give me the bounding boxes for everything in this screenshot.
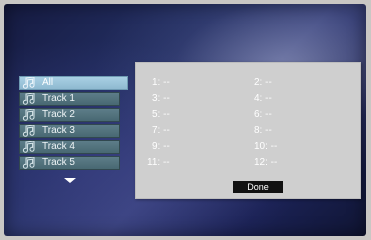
- music-note-icon: [22, 157, 35, 169]
- program-slot-4[interactable]: 4: --: [254, 93, 272, 105]
- program-slot-11[interactable]: 11: --: [147, 157, 170, 169]
- music-note-icon: [22, 77, 35, 89]
- track-item-label: Track 3: [42, 125, 75, 136]
- program-slot-3[interactable]: 3: --: [152, 93, 170, 105]
- track-item-3[interactable]: Track 3: [19, 124, 120, 138]
- program-slot-12[interactable]: 12: --: [254, 157, 277, 169]
- program-slot-9[interactable]: 9: --: [152, 141, 170, 153]
- track-item-5[interactable]: Track 5: [19, 156, 120, 170]
- track-item-all[interactable]: All: [19, 76, 128, 90]
- track-item-label: Track 4: [42, 141, 75, 152]
- program-slot-2[interactable]: 2: --: [254, 77, 272, 89]
- program-slot-8[interactable]: 8: --: [254, 125, 272, 137]
- track-item-label: All: [42, 77, 54, 88]
- program-slot-6[interactable]: 6: --: [254, 109, 272, 121]
- track-item-label: Track 1: [42, 93, 75, 104]
- program-panel: 1: -- 2: -- 3: -- 4: -- 5: -- 6: -- 7: -…: [135, 62, 361, 199]
- program-slot-5[interactable]: 5: --: [152, 109, 170, 121]
- music-note-icon: [22, 109, 35, 121]
- music-note-icon: [22, 125, 35, 137]
- down-arrow-icon[interactable]: [64, 178, 76, 183]
- program-slot-7[interactable]: 7: --: [152, 125, 170, 137]
- track-item-4[interactable]: Track 4: [19, 140, 120, 154]
- music-note-icon: [22, 93, 35, 105]
- track-item-1[interactable]: Track 1: [19, 92, 120, 106]
- track-item-2[interactable]: Track 2: [19, 108, 120, 122]
- music-note-icon: [22, 141, 35, 153]
- program-slot-10[interactable]: 10: --: [254, 141, 277, 153]
- track-item-label: Track 2: [42, 109, 75, 120]
- program-slot-1[interactable]: 1: --: [152, 77, 170, 89]
- done-button[interactable]: Done: [233, 181, 283, 193]
- track-item-label: Track 5: [42, 157, 75, 168]
- dvd-program-screen: All Track 1 Track 2 Track 3 Track 4 Trac…: [4, 4, 366, 236]
- track-list: All Track 1 Track 2 Track 3 Track 4 Trac…: [19, 76, 130, 183]
